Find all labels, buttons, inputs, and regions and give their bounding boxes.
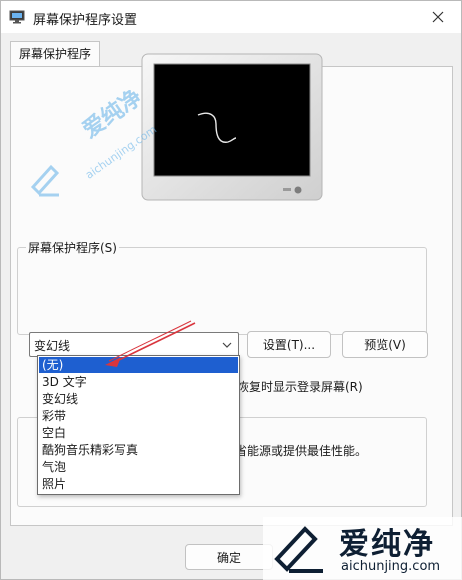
watermark-logo-icon <box>30 164 60 197</box>
close-button[interactable] <box>415 1 461 33</box>
close-icon <box>432 11 444 23</box>
chevron-down-icon <box>222 342 232 348</box>
ok-button[interactable]: 确定 <box>185 544 273 570</box>
dropdown-option-mystify[interactable]: 变幻线 <box>39 391 238 407</box>
watermark-corner: 爱纯净 aichunjing.com <box>263 517 462 580</box>
annotation-arrow-icon <box>105 320 196 367</box>
screensaver-select-value: 变幻线 <box>34 339 71 353</box>
dropdown-option-photos[interactable]: 照片 <box>39 476 238 492</box>
screensaver-group: 屏幕保护程序(S) <box>17 239 427 335</box>
dropdown-option-blank[interactable]: 空白 <box>39 425 238 441</box>
screensaver-settings-window: 屏幕保护程序设置 屏幕保护程序 爱纯净 aichunjing.com 屏幕保护程… <box>0 0 462 580</box>
window-title: 屏幕保护程序设置 <box>33 13 138 28</box>
display-settings-icon <box>9 10 25 24</box>
watermark-diagonal: 爱纯净 aichunjing.com <box>25 85 185 233</box>
dropdown-option-kugou-photos[interactable]: 酷狗音乐精彩写真 <box>39 442 238 458</box>
resume-logon-label: 恢复时显示登录屏幕(R) <box>237 380 363 394</box>
preview-button[interactable]: 预览(V) <box>342 331 428 358</box>
screensaver-group-title: 屏幕保护程序(S) <box>26 239 119 256</box>
tab-screensaver[interactable]: 屏幕保护程序 <box>10 41 101 67</box>
watermark-brand-icon <box>274 526 323 573</box>
title-bar: 屏幕保护程序设置 <box>1 1 461 33</box>
power-description: 省能源或提供最佳性能。 <box>235 444 368 458</box>
dropdown-option-bubbles[interactable]: 气泡 <box>39 459 238 475</box>
settings-button[interactable]: 设置(T)... <box>247 331 331 358</box>
dropdown-option-ribbons[interactable]: 彩带 <box>39 408 238 424</box>
watermark-brand: 爱纯净 <box>339 527 435 562</box>
watermark-url: aichunjing.com <box>341 559 441 574</box>
